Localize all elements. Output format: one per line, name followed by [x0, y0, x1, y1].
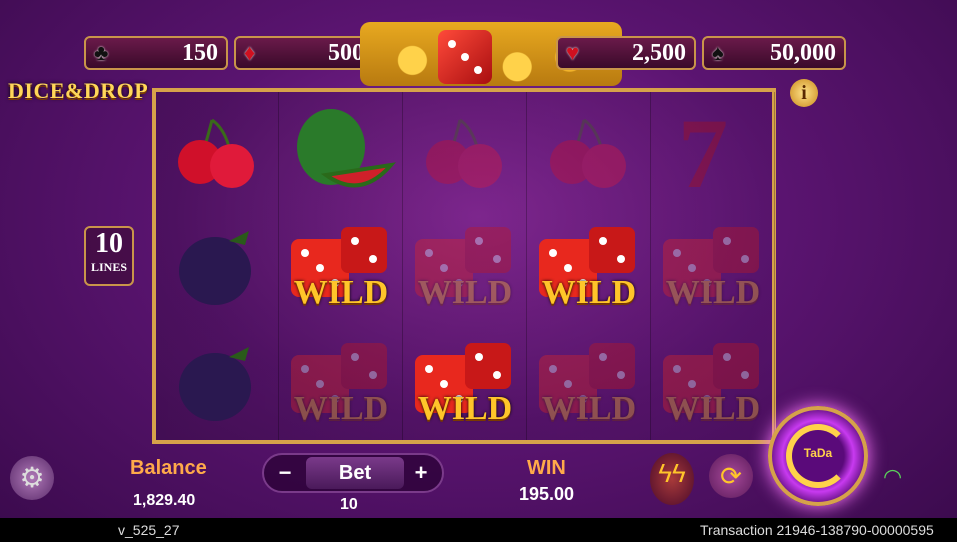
footer-bar: v_525_27 Transaction 21946-138790-000005…	[0, 518, 957, 542]
win-label: WIN	[527, 457, 566, 479]
wild-label: WILD	[665, 390, 761, 427]
bet-decrease-button[interactable]: −	[270, 459, 300, 487]
game-logo: DICE&DROP	[8, 78, 149, 103]
bet-label: Bet	[306, 457, 404, 489]
jackpot-spade: ♠ 50,000	[702, 36, 846, 70]
balance-value: 1,829.40	[133, 492, 196, 509]
club-icon: ♣	[94, 40, 109, 65]
symbol-wild: WILD	[404, 324, 526, 440]
win-value: 195.00	[519, 484, 575, 504]
jackpot-spade-value: 50,000	[770, 39, 836, 66]
symbol-plum	[156, 208, 278, 324]
symbol-cherry	[404, 92, 526, 208]
symbol-cherry	[156, 92, 278, 208]
lightning-icon: ϟϟ	[658, 458, 686, 488]
symbol-wild: WILD	[528, 324, 650, 440]
spin-button[interactable]: TaDa	[768, 406, 868, 506]
wild-label: WILD	[417, 390, 513, 427]
wild-label: WILD	[417, 274, 513, 311]
paylines-label: LINES	[90, 260, 128, 274]
gear-icon: ⚙	[19, 462, 45, 493]
symbol-wild: WILD	[528, 208, 650, 324]
autoplay-button[interactable]: ⟳	[709, 454, 753, 498]
symbol-wild: WILD	[652, 324, 774, 440]
symbol-wild: WILD	[404, 208, 526, 324]
heart-icon: ♥	[566, 40, 580, 65]
jackpot-diamond-value: 500	[328, 39, 364, 66]
paylines-count: 10	[95, 228, 123, 259]
settings-button[interactable]: ⚙	[10, 456, 54, 500]
diamond-icon: ♦	[244, 40, 256, 65]
jackpot-heart-value: 2,500	[632, 39, 686, 66]
jackpot-club: ♣ 150	[84, 36, 228, 70]
wild-label: WILD	[541, 390, 637, 427]
bet-increase-button[interactable]: +	[406, 459, 436, 487]
paylines-indicator: 10 LINES	[84, 226, 134, 286]
reel-2: WILD WILD	[280, 92, 403, 440]
symbol-wild: WILD	[280, 208, 402, 324]
balance-label: Balance	[130, 457, 207, 479]
symbol-cherry	[528, 92, 650, 208]
spin-brand-label: TaDa	[803, 446, 833, 460]
symbol-wild: WILD	[652, 208, 774, 324]
jackpot-club-value: 150	[182, 39, 218, 66]
reel-5: 7 WILD WILD	[652, 92, 775, 440]
wild-label: WILD	[541, 274, 637, 311]
symbol-watermelon	[280, 92, 402, 208]
reel-1	[156, 92, 279, 440]
wild-label: WILD	[665, 274, 761, 311]
version-text: v_525_27	[118, 522, 180, 538]
info-button[interactable]: i	[790, 79, 818, 107]
autoplay-icon: ⟳	[720, 461, 742, 491]
reel-3: WILD WILD	[404, 92, 527, 440]
bet-value: 10	[340, 496, 358, 513]
symbol-plum	[156, 324, 278, 440]
symbol-wild: WILD	[280, 324, 402, 440]
turbo-button[interactable]: ϟϟ	[650, 453, 694, 505]
reel-4: WILD WILD	[528, 92, 651, 440]
reels-window: WILD WILD WILD WILD WILD WILD 7 WILD WILD	[152, 88, 776, 444]
wild-label: WILD	[293, 274, 389, 311]
dice-logo-icon	[438, 30, 492, 84]
jackpot-diamond: ♦ 500	[234, 36, 374, 70]
transaction-text: Transaction 21946-138790-00000595	[700, 522, 934, 538]
jackpot-heart: ♥ 2,500	[556, 36, 696, 70]
wild-label: WILD	[293, 390, 389, 427]
spade-icon: ♠	[712, 40, 724, 65]
symbol-seven: 7	[652, 92, 774, 208]
wifi-icon: ◠	[883, 464, 903, 489]
svg-text:7: 7	[678, 105, 728, 195]
bet-control: − Bet +	[262, 453, 444, 493]
